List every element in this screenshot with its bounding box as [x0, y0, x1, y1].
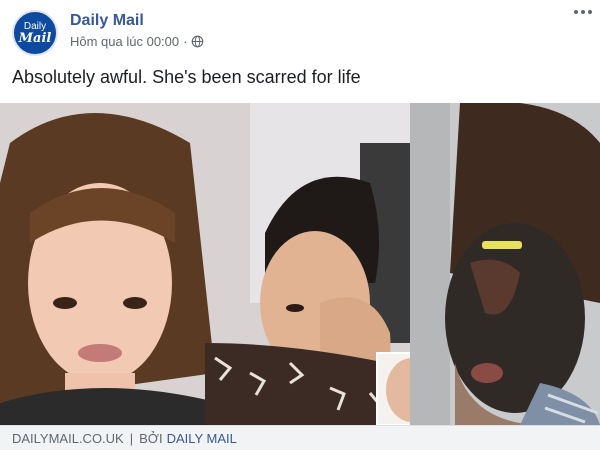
more-options-icon[interactable] [570, 2, 596, 22]
link-domain: DAILYMAIL.CO.UK [12, 430, 124, 446]
avatar-logo-line2: Mail [18, 31, 52, 46]
globe-icon[interactable] [191, 35, 204, 48]
link-author[interactable]: DAILY MAIL [167, 431, 237, 446]
photo-collage [0, 103, 600, 425]
post-meta: Hôm qua lúc 00:00 · [70, 34, 204, 49]
meta-separator: · [183, 34, 188, 49]
link-preview-footer[interactable]: DAILYMAIL.CO.UK | BỞI DAILY MAIL [0, 425, 600, 450]
link-by-label: BỞI [139, 430, 163, 446]
page-name-link[interactable]: Daily Mail [70, 12, 144, 30]
page-avatar[interactable]: Daily Mail [12, 10, 58, 56]
post-message: Absolutely awful. She's been scarred for… [12, 67, 361, 87]
post-header: Daily Mail Daily Mail Hôm qua lúc 00:00 … [0, 0, 600, 60]
link-separator: | [129, 430, 134, 446]
post-photo[interactable] [0, 103, 600, 425]
post-timestamp[interactable]: Hôm qua lúc 00:00 [70, 34, 179, 49]
